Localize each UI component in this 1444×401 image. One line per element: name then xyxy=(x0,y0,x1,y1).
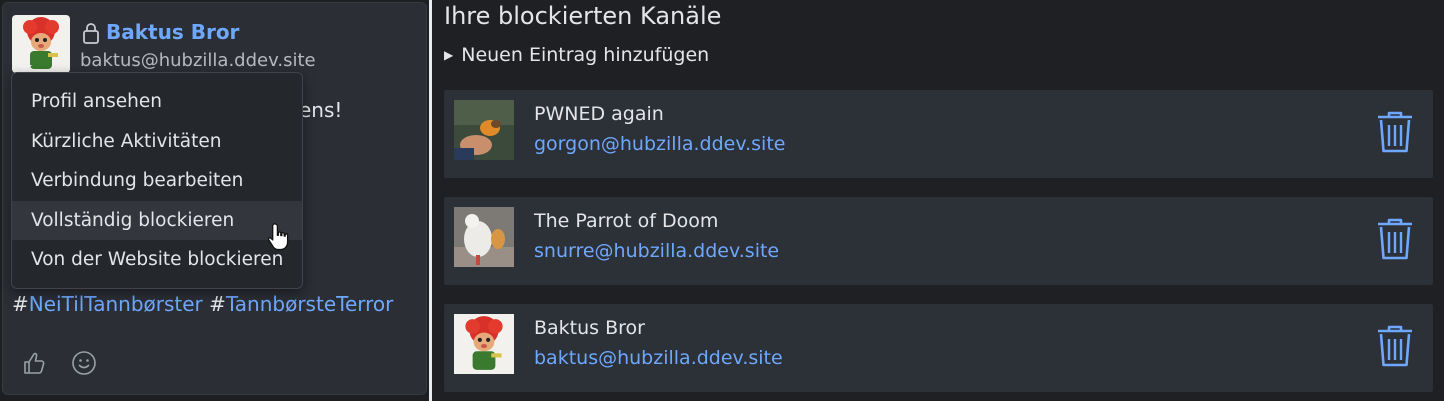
author-name[interactable]: Baktus Bror xyxy=(106,20,239,44)
add-entry-toggle[interactable]: ▶ Neuen Eintrag hinzufügen xyxy=(444,44,709,66)
blocked-entry: PWNED again gorgon@hubzilla.ddev.site xyxy=(444,90,1433,178)
blocked-entry: Baktus Bror baktus@hubzilla.ddev.site xyxy=(444,304,1433,392)
white-parrot-avatar xyxy=(454,207,514,267)
menu-item-edit-connection[interactable]: Verbindung bearbeiten xyxy=(12,161,302,201)
menu-item-recent-activity[interactable]: Kürzliche Aktivitäten xyxy=(12,122,302,162)
blocked-channel-address[interactable]: snurre@hubzilla.ddev.site xyxy=(534,240,779,262)
add-entry-label: Neuen Eintrag hinzufügen xyxy=(461,44,710,66)
red-hair-troll-avatar xyxy=(454,314,514,374)
hash-symbol: # xyxy=(209,292,226,316)
menu-item-block-completely[interactable]: Vollständig blockieren xyxy=(12,200,302,240)
post-hashtags: #NeiTilTannbørster #TannbørsteTerror xyxy=(12,292,393,316)
menu-item-view-profile[interactable]: Profil ansehen xyxy=(12,82,302,122)
hand-with-bird-avatar xyxy=(454,100,514,160)
hashtag-link[interactable]: TannbørsteTerror xyxy=(226,292,393,316)
trash-icon[interactable] xyxy=(1376,324,1414,368)
blocked-channel-name: The Parrot of Doom xyxy=(534,210,719,232)
blocked-channel-address[interactable]: baktus@hubzilla.ddev.site xyxy=(534,347,783,369)
post-text: ens! xyxy=(299,98,343,122)
menu-item-block-from-site[interactable]: Von der Website blockieren xyxy=(12,240,302,280)
blocked-channel-name: PWNED again xyxy=(534,103,664,125)
blocked-channel-address[interactable]: gorgon@hubzilla.ddev.site xyxy=(534,133,785,155)
post-panel: Baktus Bror baktus@hubzilla.ddev.site en… xyxy=(0,0,429,401)
hand-pointer-cursor-icon xyxy=(267,223,289,251)
avatar-menu-caret[interactable] xyxy=(18,65,32,72)
blocked-channel-name: Baktus Bror xyxy=(534,317,645,339)
page-title: Ihre blockierten Kanäle xyxy=(444,2,722,30)
hashtag-link[interactable]: NeiTilTannbørster xyxy=(29,292,203,316)
blocked-channels-panel: Ihre blockierten Kanäle ▶ Neuen Eintrag h… xyxy=(432,0,1444,401)
author-address: baktus@hubzilla.ddev.site xyxy=(80,50,316,71)
author-dropdown-menu: Profil ansehen Kürzliche Aktivitäten Ver… xyxy=(11,72,303,289)
hash-symbol: # xyxy=(12,292,29,316)
thumbs-up-icon[interactable] xyxy=(21,350,47,376)
blocked-entry: The Parrot of Doom snurre@hubzilla.ddev.… xyxy=(444,197,1433,285)
emoji-smile-icon[interactable] xyxy=(71,350,97,376)
trash-icon[interactable] xyxy=(1376,110,1414,154)
triangle-right-icon: ▶ xyxy=(444,48,454,62)
trash-icon[interactable] xyxy=(1376,217,1414,261)
lock-icon xyxy=(83,23,99,44)
